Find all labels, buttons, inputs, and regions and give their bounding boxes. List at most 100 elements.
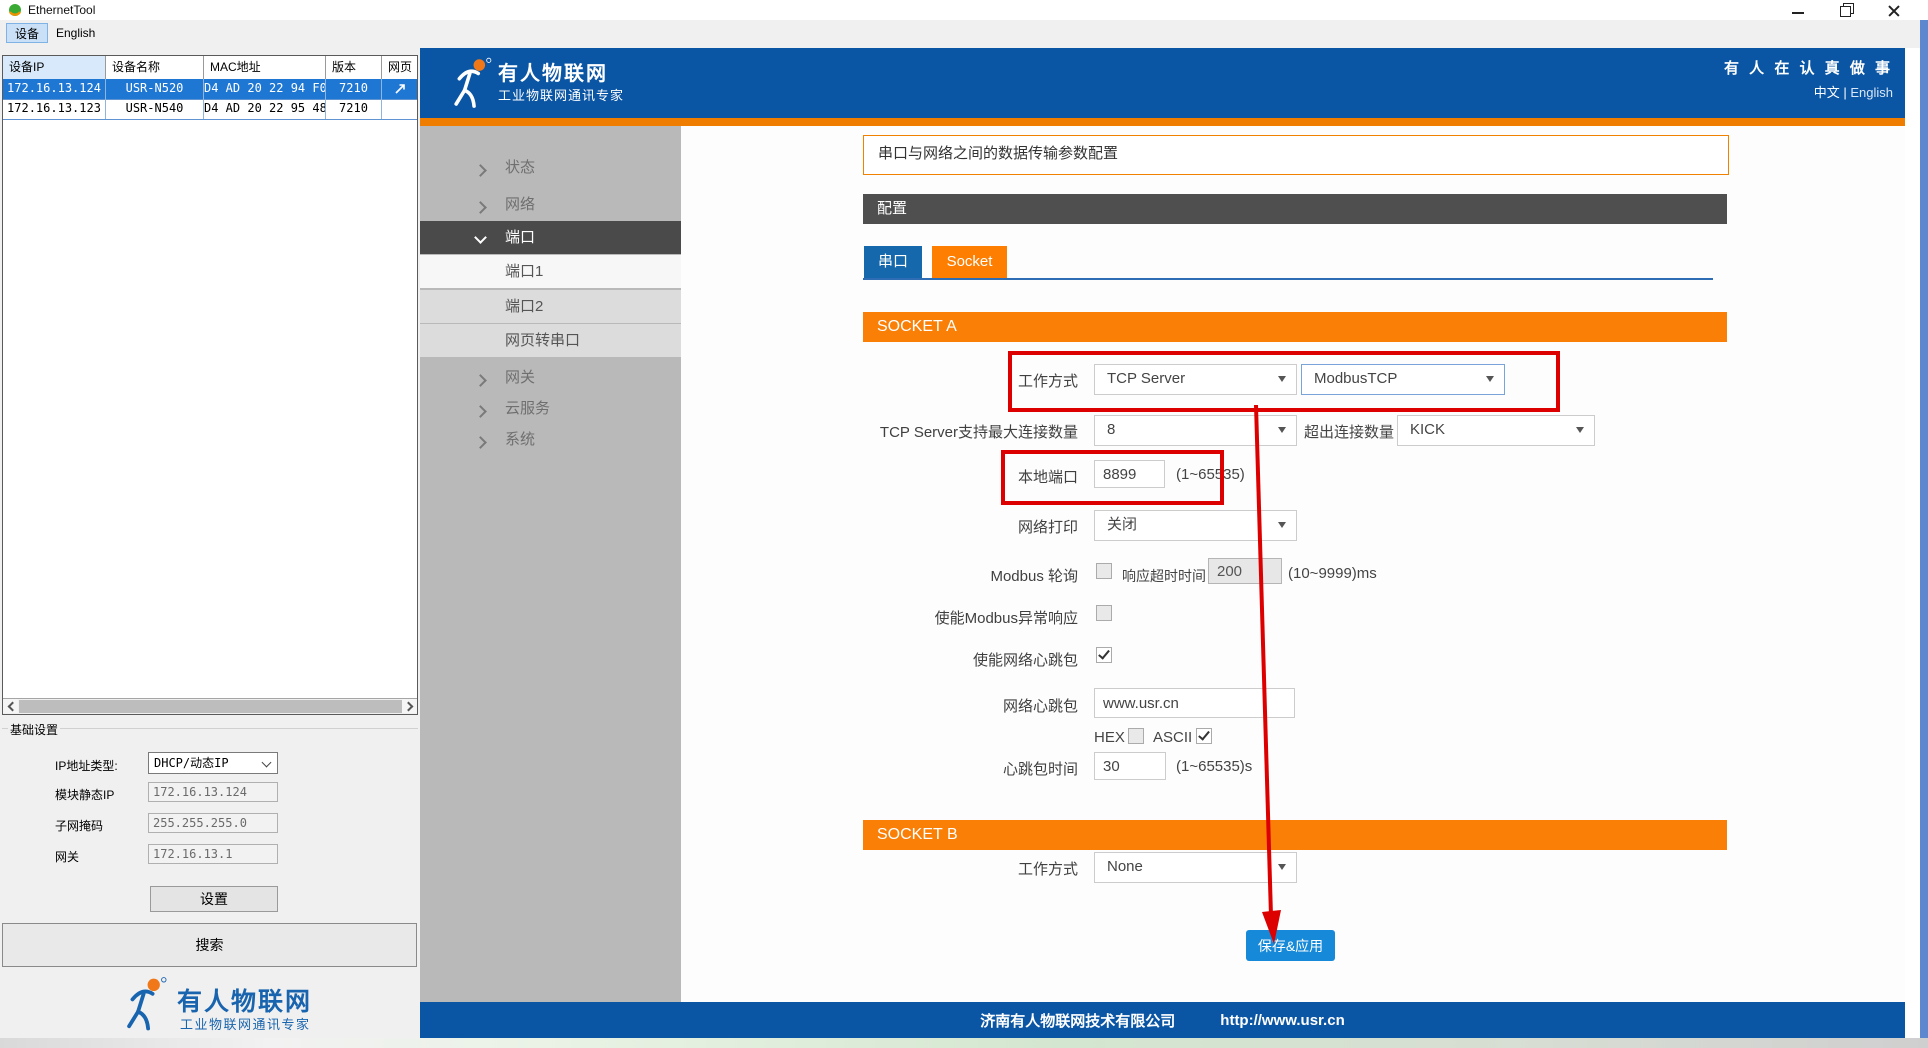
web-header: 有人物联网 工业物联网通讯专家 有 人 在 认 真 做 事 中文 | Engli… [420,48,1905,118]
modbus-poll-checkbox[interactable] [1096,563,1112,579]
gateway-field[interactable] [148,844,278,864]
net-print-label: 网络打印 [1017,519,1078,536]
heartbeat-label: 网络心跳包 [1002,698,1078,715]
desktop-edge [1920,20,1928,1048]
scrollbar-thumb[interactable] [19,700,403,713]
dropdown-arrow-icon [1576,427,1584,433]
app-logo-slogan: 工业物联网通讯专家 [180,1017,311,1032]
title-bar: EthernetTool [0,0,1928,20]
close-button[interactable] [1878,1,1908,19]
static-ip-field[interactable] [148,782,278,802]
over-conn-select[interactable]: KICK [1397,415,1595,446]
accent-strip [420,118,1905,126]
cell-name: USR-N520 [106,79,204,99]
menu-english[interactable]: English [48,23,103,43]
chevron-right-icon [403,701,414,712]
ip-type-select[interactable]: DHCP/动态IP [148,752,278,774]
work-mode2-select[interactable]: ModbusTCP [1301,364,1505,395]
col-header-version[interactable]: 版本 [326,56,382,79]
local-port-range: (1~65535) [1176,466,1245,483]
lang-en-link[interactable]: English [1850,85,1893,100]
col-header-web[interactable]: 网页 [382,56,417,79]
heartbeat-enable-checkbox[interactable] [1096,647,1112,663]
config-section-bar: 配置 [863,194,1727,224]
over-conn-label: 超出连接数量 [1304,424,1395,441]
restore-button[interactable] [1830,1,1860,19]
search-button[interactable]: 搜索 [2,923,417,967]
local-port-input[interactable] [1094,460,1165,488]
ascii-checkbox[interactable] [1196,728,1212,744]
ip-type-label: IP地址类型: [55,759,118,773]
chevron-down-icon [261,757,272,768]
usr-logo-icon-white [454,57,492,108]
web-footer: 济南有人物联网技术有限公司 http://www.usr.cn [420,1002,1905,1038]
sidebar-item-port2[interactable]: 端口2 [420,290,681,323]
netmask-field[interactable] [148,813,278,833]
dropdown-arrow-icon [1278,522,1286,528]
tab-serial[interactable]: 串口 [864,246,922,278]
footer-company: 济南有人物联网技术有限公司 [980,1012,1176,1030]
local-port-label: 本地端口 [1017,469,1078,486]
max-conn-select[interactable]: 8 [1094,415,1297,446]
chevron-right-icon [474,374,487,387]
set-button[interactable]: 设置 [150,886,278,912]
scroll-right-button[interactable] [402,699,417,713]
dropdown-arrow-icon [1278,427,1286,433]
chevron-right-icon [474,164,487,177]
cell-version: 7210 [326,99,382,119]
page-description: 串口与网络之间的数据传输参数配置 [863,135,1729,175]
resp-timeout-input[interactable] [1208,558,1282,584]
static-ip-label: 模块静态IP [55,788,115,802]
sidebar-item-cloud[interactable]: 云服务 [420,393,681,424]
app-logo-name: 有人物联网 [177,988,313,1016]
tab-socket[interactable]: Socket [932,246,1007,278]
web-brand-slogan: 工业物联网通讯专家 [498,88,625,103]
col-header-mac[interactable]: MAC地址 [204,56,326,79]
taskbar-strip [0,1038,1928,1048]
heartbeat-time-range: (1~65535)s [1176,758,1253,775]
modbus-exception-checkbox[interactable] [1096,605,1112,621]
group-divider [2,728,418,729]
dropdown-arrow-icon [1486,376,1494,382]
heartbeat-time-label: 心跳包时间 [1002,761,1078,778]
sidebar-item-port[interactable]: 端口 [420,221,681,254]
chevron-right-icon [474,201,487,214]
horizontal-scrollbar[interactable] [3,698,417,714]
footer-url[interactable]: http://www.usr.cn [1220,1012,1344,1029]
chevron-right-icon [474,405,487,418]
sidebar-item-web2serial[interactable]: 网页转串口 [420,324,681,357]
table-row[interactable]: 172.16.13.123 USR-N540 D4 AD 20 22 95 48… [3,99,417,120]
cell-web-link[interactable] [382,79,417,99]
basic-settings-title: 基础设置 [8,721,61,738]
col-header-device-name[interactable]: 设备名称 [106,56,204,79]
web-sidebar: 状态 网络 端口 端口1 端口2 网页转串口 网关 云服务 系统 [420,126,681,1002]
heartbeat-input[interactable] [1094,688,1295,718]
hex-label: HEX [1094,729,1125,746]
hex-checkbox[interactable] [1128,728,1144,744]
sidebar-item-port1[interactable]: 端口1 [420,255,681,288]
chevron-right-icon [474,436,487,449]
cell-mac: D4 AD 20 22 94 F0 [204,79,326,99]
minimize-icon [1792,12,1804,14]
menu-device[interactable]: 设备 [6,23,49,43]
work-mode-select[interactable]: TCP Server [1094,364,1297,395]
minimize-button[interactable] [1783,1,1813,19]
col-header-device-ip[interactable]: 设备IP [3,56,106,79]
scroll-left-button[interactable] [3,699,18,713]
save-apply-button[interactable]: 保存&应用 [1246,930,1335,961]
sidebar-item-system[interactable]: 系统 [420,424,681,455]
sidebar-item-status[interactable]: 状态 [420,152,681,183]
device-table: 设备IP 设备名称 MAC地址 版本 网页 172.16.13.124 USR-… [2,55,418,715]
cell-mac: D4 AD 20 22 95 48 [204,99,326,119]
socket-b-work-mode-select[interactable]: None [1094,852,1297,883]
heartbeat-time-input[interactable] [1094,752,1166,780]
sidebar-item-network[interactable]: 网络 [420,189,681,220]
web-motto: 有 人 在 认 真 做 事 [1723,60,1893,77]
chevron-left-icon [7,701,18,712]
lang-zh-link[interactable]: 中文 [1814,85,1840,100]
web-brand: 有人物联网 [498,63,608,85]
net-print-select[interactable]: 关闭 [1094,510,1297,541]
table-row-selected[interactable]: 172.16.13.124 USR-N520 D4 AD 20 22 94 F0… [3,79,417,100]
sidebar-item-gateway[interactable]: 网关 [420,362,681,393]
gateway-label: 网关 [55,850,80,864]
